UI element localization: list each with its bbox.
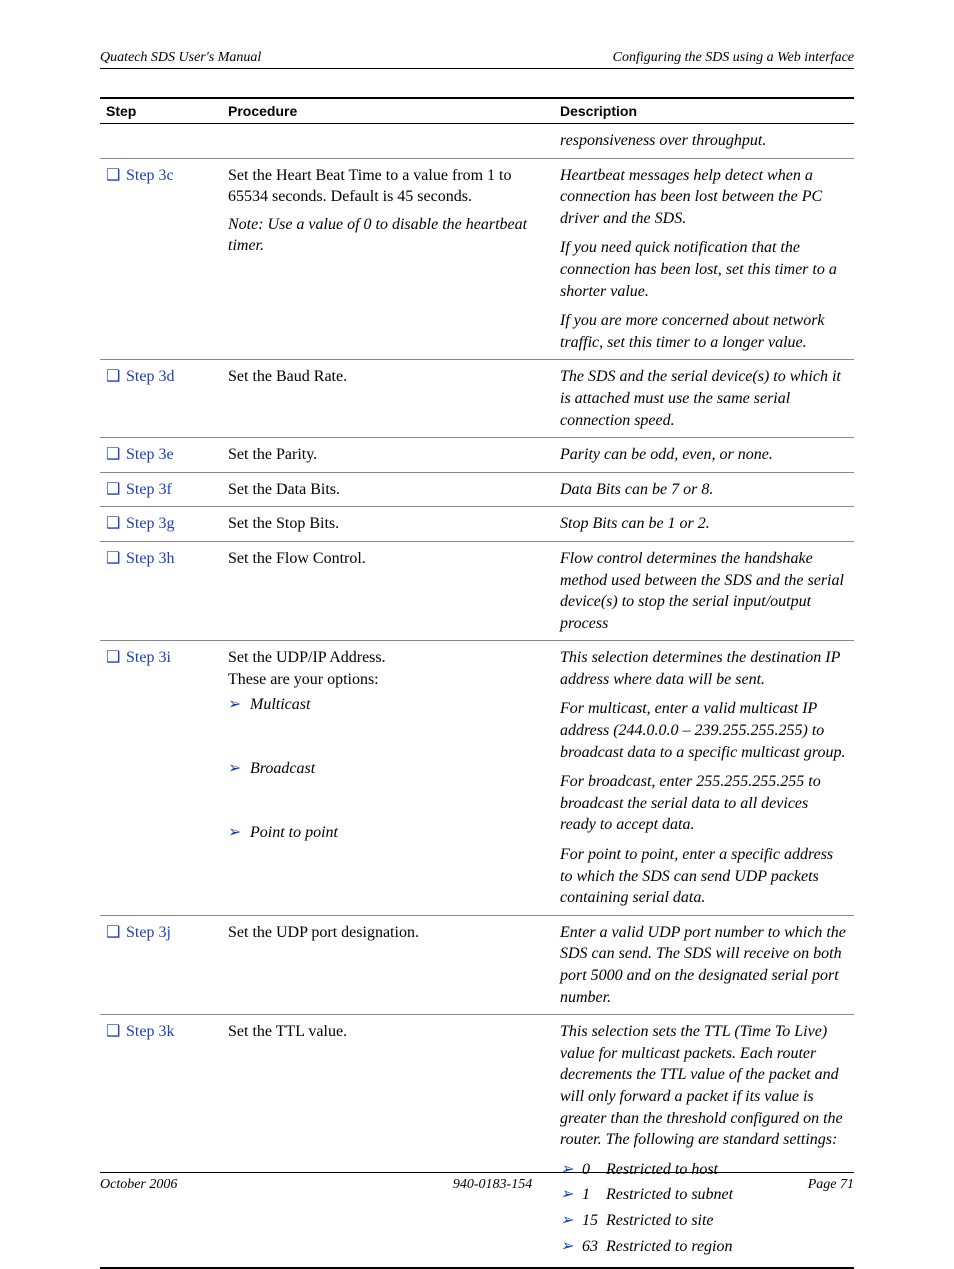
desc-text: If you need quick notification that the … (560, 237, 848, 302)
desc-text: Stop Bits can be 1 or 2. (560, 515, 710, 532)
step-label: Step 3j (126, 924, 171, 941)
desc-text: Parity can be odd, even, or none. (560, 446, 773, 463)
table-row: ❑ Step 3i Set the UDP/IP Address. These … (100, 641, 854, 916)
proc-text: Set the Data Bits. (228, 481, 340, 498)
proc-text: Set the UDP port designation. (228, 924, 419, 941)
desc-text: Heartbeat messages help detect when a co… (560, 165, 848, 230)
proc-text: Set the TTL value. (228, 1023, 347, 1040)
table-row: ❑ Step 3d Set the Baud Rate. The SDS and… (100, 360, 854, 438)
proc-text: Set the Heart Beat Time to a value from … (228, 165, 548, 208)
procedure-table: Step Procedure Description responsivenes… (100, 97, 854, 1269)
bullet-icon: ❑ (106, 444, 122, 466)
footer-date: October 2006 (100, 1177, 177, 1193)
proc-text: Set the Flow Control. (228, 550, 366, 567)
proc-text: Set the Baud Rate. (228, 368, 347, 385)
chevron-icon: ➢ (560, 1236, 582, 1258)
ttl-num: 15 (582, 1210, 606, 1232)
header-left: Quatech SDS User's Manual (100, 50, 261, 66)
page-footer: October 2006 940-0183-154 Page 71 (100, 1172, 854, 1193)
proc-text: These are your options: (228, 669, 548, 691)
col-procedure: Procedure (222, 98, 554, 124)
bullet-icon: ❑ (106, 922, 122, 944)
bullet-icon: ❑ (106, 479, 122, 501)
desc-text: If you are more concerned about network … (560, 310, 848, 353)
option-broadcast: Broadcast (250, 760, 315, 777)
col-step: Step (100, 98, 222, 124)
proc-text: Set the Stop Bits. (228, 515, 339, 532)
bullet-icon: ❑ (106, 165, 122, 187)
step-label: Step 3g (126, 515, 174, 532)
footer-page: Page 71 (808, 1177, 854, 1193)
footer-docnum: 940-0183-154 (453, 1177, 532, 1193)
bullet-icon: ❑ (106, 366, 122, 388)
option-point-to-point: Point to point (250, 824, 338, 841)
proc-text: Set the UDP/IP Address. (228, 647, 548, 669)
desc-text: Flow control determines the handshake me… (560, 550, 844, 632)
desc-text: Data Bits can be 7 or 8. (560, 481, 713, 498)
table-row: ❑ Step 3j Set the UDP port designation. … (100, 915, 854, 1014)
chevron-icon: ➢ (228, 822, 250, 844)
page: Quatech SDS User's Manual Configuring th… (0, 0, 954, 1235)
step-label: Step 3h (126, 550, 174, 567)
ttl-num: 63 (582, 1236, 606, 1258)
chevron-icon: ➢ (560, 1210, 582, 1232)
step-label: Step 3i (126, 649, 171, 666)
running-header: Quatech SDS User's Manual Configuring th… (100, 50, 854, 69)
table-row: responsiveness over throughput. (100, 124, 854, 159)
prev-desc: responsiveness over throughput. (560, 132, 766, 149)
step-label: Step 3f (126, 481, 172, 498)
step-label: Step 3c (126, 167, 174, 184)
desc-text: For multicast, enter a valid multicast I… (560, 698, 848, 763)
desc-text: For point to point, enter a specific add… (560, 844, 848, 909)
desc-text: This selection sets the TTL (Time To Liv… (560, 1021, 848, 1151)
chevron-icon: ➢ (228, 758, 250, 780)
proc-text: Set the Parity. (228, 446, 317, 463)
desc-text: The SDS and the serial device(s) to whic… (560, 368, 841, 428)
bullet-icon: ❑ (106, 548, 122, 570)
table-row: ❑ Step 3e Set the Parity. Parity can be … (100, 438, 854, 473)
desc-text: For broadcast, enter 255.255.255.255 to … (560, 771, 848, 836)
bullet-icon: ❑ (106, 513, 122, 535)
col-description: Description (554, 98, 854, 124)
step-label: Step 3e (126, 446, 174, 463)
table-row: ❑ Step 3h Set the Flow Control. Flow con… (100, 541, 854, 640)
header-right: Configuring the SDS using a Web interfac… (613, 50, 854, 66)
option-multicast: Multicast (250, 696, 310, 713)
step-label: Step 3d (126, 368, 174, 385)
desc-text: Enter a valid UDP port number to which t… (560, 924, 846, 1006)
ttl-label: Restricted to site (606, 1212, 714, 1229)
proc-note: Note: Use a value of 0 to disable the he… (228, 214, 548, 257)
step-label: Step 3k (126, 1023, 174, 1040)
bullet-icon: ❑ (106, 1021, 122, 1043)
chevron-icon: ➢ (228, 694, 250, 716)
ttl-label: Restricted to region (606, 1238, 733, 1255)
table-row: ❑ Step 3c Set the Heart Beat Time to a v… (100, 158, 854, 360)
table-row: ❑ Step 3g Set the Stop Bits. Stop Bits c… (100, 507, 854, 542)
table-row: ❑ Step 3k Set the TTL value. This select… (100, 1015, 854, 1268)
table-row: ❑ Step 3f Set the Data Bits. Data Bits c… (100, 472, 854, 507)
bullet-icon: ❑ (106, 647, 122, 669)
desc-text: This selection determines the destinatio… (560, 647, 848, 690)
